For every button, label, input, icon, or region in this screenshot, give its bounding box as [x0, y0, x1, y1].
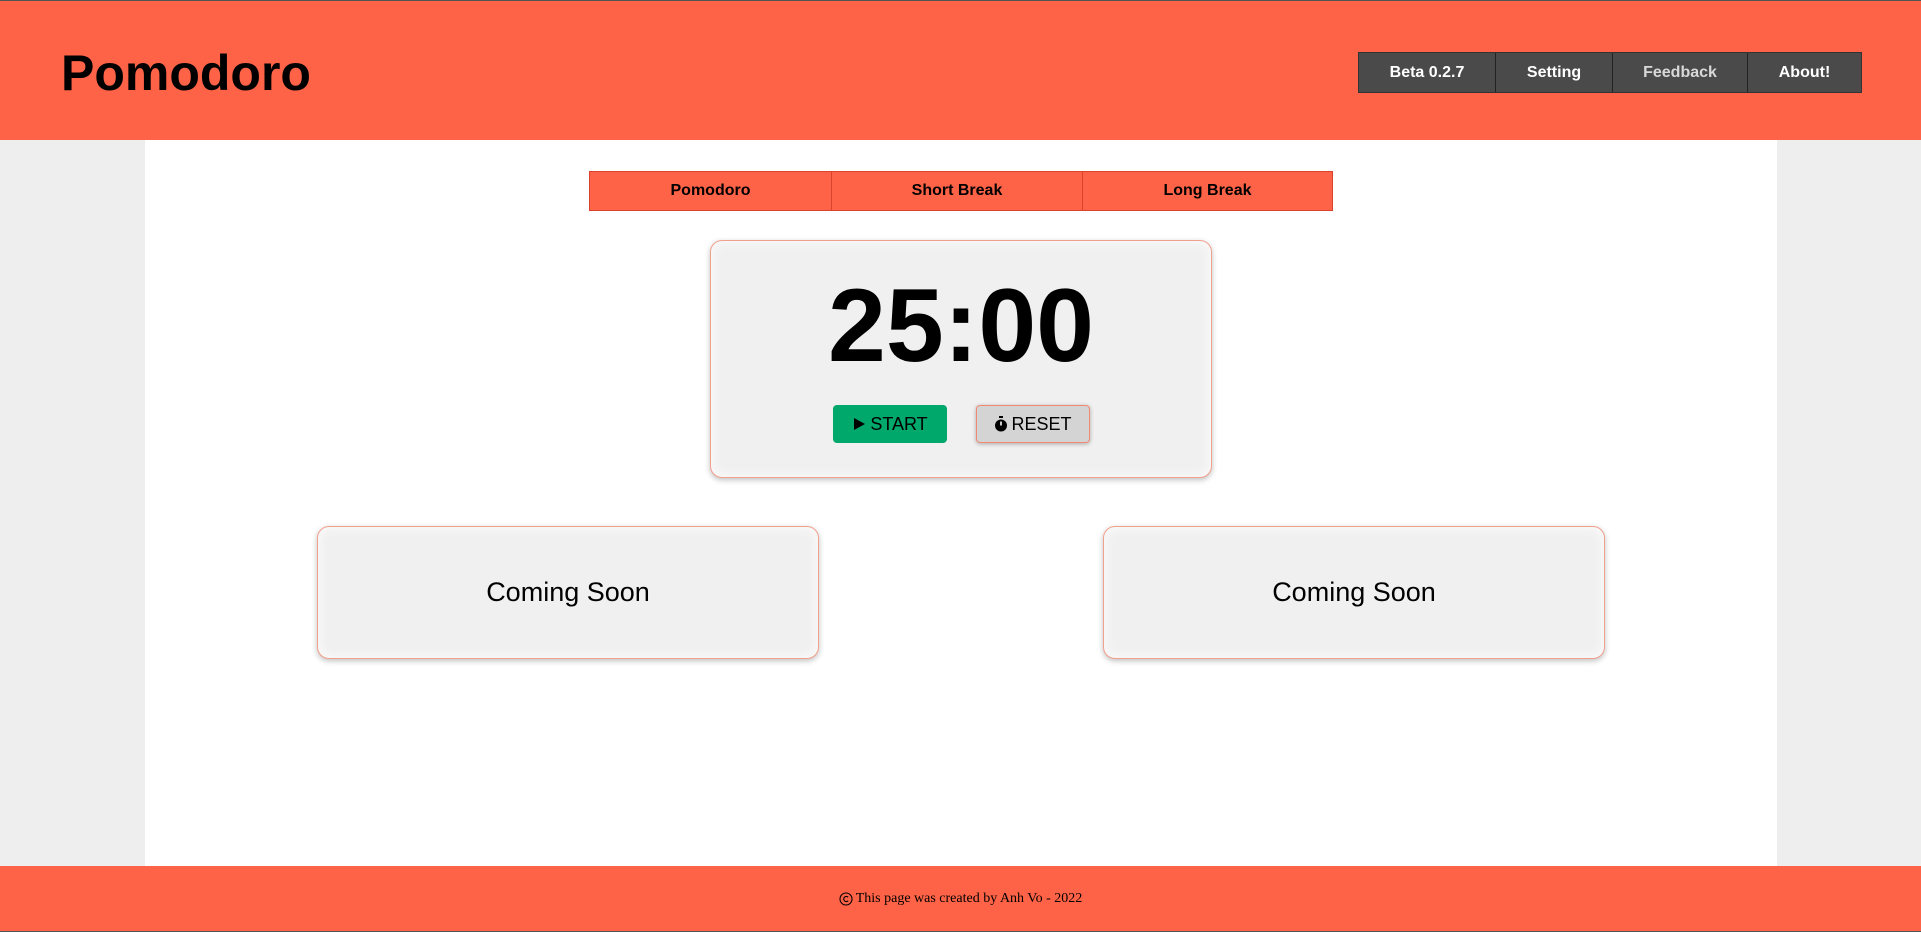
nav-setting-button[interactable]: Setting — [1496, 53, 1613, 92]
timer-display: 25:00 — [828, 268, 1094, 384]
app-header: Pomodoro Beta 0.2.7 Setting Feedback Abo… — [0, 0, 1921, 140]
timer-card: 25:00 START RESET — [710, 240, 1212, 478]
top-nav: Beta 0.2.7 Setting Feedback About! — [1358, 52, 1862, 93]
mode-tabs: Pomodoro Short Break Long Break — [589, 171, 1333, 211]
coming-soon-panel-left: Coming Soon — [317, 526, 819, 659]
footer-text: This page was created by Anh Vo - 2022 — [855, 890, 1083, 906]
tab-short-break[interactable]: Short Break — [832, 172, 1083, 210]
reset-label: RESET — [1011, 413, 1072, 434]
stopwatch-icon — [994, 416, 1008, 432]
nav-about-button[interactable]: About! — [1748, 53, 1861, 92]
coming-soon-panel-right: Coming Soon — [1103, 526, 1605, 659]
play-icon — [852, 417, 866, 431]
tab-long-break[interactable]: Long Break — [1083, 172, 1332, 210]
nav-version-button[interactable]: Beta 0.2.7 — [1359, 53, 1496, 92]
reset-button[interactable]: RESET — [976, 405, 1090, 443]
start-label: START — [870, 413, 928, 434]
copyright-icon — [839, 891, 853, 906]
tab-pomodoro[interactable]: Pomodoro — [590, 172, 832, 210]
app-title: Pomodoro — [61, 45, 311, 101]
footer: This page was created by Anh Vo - 2022 — [0, 866, 1921, 932]
nav-feedback-button[interactable]: Feedback — [1613, 53, 1748, 92]
start-button[interactable]: START — [833, 405, 947, 443]
